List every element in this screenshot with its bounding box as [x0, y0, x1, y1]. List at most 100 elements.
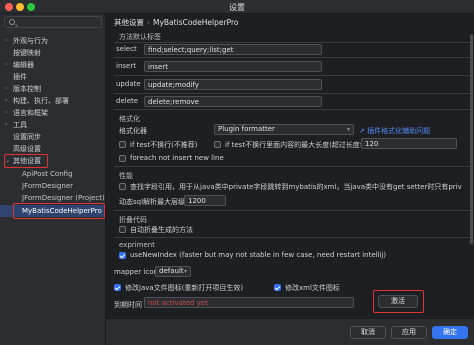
highlight-box — [13, 203, 105, 219]
settings-search-input[interactable] — [4, 16, 102, 28]
formatter-label: 格式化器 — [119, 127, 147, 135]
modify-java-icon-label: 修改java文件图标(重新打开项目生效) — [125, 284, 244, 292]
if-test-nowrap-checkbox[interactable] — [119, 141, 126, 148]
sidebar-item-label: JFormDesigner (Project) — [22, 194, 105, 202]
sidebar-item-appearance[interactable]: › 外观与行为 — [0, 36, 105, 46]
mapper-icon-label: mapper icon — [114, 268, 158, 276]
highlight-box — [4, 154, 48, 168]
sidebar-item-editor[interactable]: › 编辑器 — [0, 60, 105, 70]
divider — [114, 42, 470, 43]
expiry-date-input[interactable]: not activated yet — [144, 297, 354, 308]
divider — [114, 93, 470, 94]
divider — [114, 210, 470, 211]
chevron-down-icon: ▾ — [183, 268, 187, 275]
sidebar-item-jformdesigner[interactable]: JFormDesigner — [0, 181, 105, 191]
find-field-references-checkbox[interactable] — [119, 183, 126, 190]
performance-section-title: 性能 — [119, 172, 133, 180]
sidebar-item-label: 设置同步 — [13, 133, 41, 141]
arrow-icon: ↗ — [359, 127, 368, 135]
divider — [114, 109, 470, 110]
chevron-right-icon: › — [5, 97, 8, 104]
settings-content: 其他设置 › MyBatisCodeHelperPro 方法默认标签 select … — [106, 14, 474, 345]
auto-fold-checkbox[interactable] — [119, 226, 126, 233]
sidebar-item-version-control[interactable]: › 版本控制 — [0, 84, 105, 94]
breadcrumb-current: MyBatisCodeHelperPro — [153, 18, 239, 27]
sidebar-item-settings-sync[interactable]: 设置同步 — [0, 132, 105, 142]
foreach-nowrap-checkbox[interactable] — [119, 155, 126, 162]
settings-sidebar: › 外观与行为 按键映射 › 编辑器 插件 › 版本控制 › 构建、执行、部署 … — [0, 14, 106, 345]
select-label: select — [116, 45, 137, 53]
search-icon — [9, 19, 15, 25]
breadcrumb-separator: › — [147, 18, 150, 27]
sidebar-item-build[interactable]: › 构建、执行、部署 — [0, 96, 105, 106]
chevron-down-icon: ▾ — [346, 126, 350, 133]
formatter-select[interactable]: Plugin formatter ▾ — [214, 124, 354, 135]
sidebar-item-tools[interactable]: › 工具 — [0, 120, 105, 130]
sidebar-item-jformdesigner-project[interactable]: JFormDesigner (Project) — [0, 193, 105, 203]
sidebar-item-plugins[interactable]: 插件 — [0, 72, 105, 82]
update-tags-input[interactable]: update;modify — [144, 79, 322, 90]
divider — [114, 166, 470, 167]
divider — [114, 237, 470, 238]
format-section-title: 格式化 — [119, 115, 140, 123]
formatter-selected-value: Plugin formatter — [218, 125, 275, 133]
scrollbar[interactable] — [470, 34, 473, 244]
if-test-maxlen-checkbox[interactable] — [214, 141, 221, 148]
breadcrumb: 其他设置 › MyBatisCodeHelperPro — [114, 17, 238, 28]
method-tags-section-title: 方法默认标签 — [119, 33, 161, 41]
mapper-icon-select[interactable]: default ▾ — [155, 266, 191, 277]
chevron-right-icon: › — [5, 37, 8, 44]
chevron-right-icon: › — [5, 109, 8, 116]
cancel-button[interactable]: 取消 — [350, 326, 386, 339]
use-new-index-label: useNewIndex (faster but may not stable i… — [130, 251, 387, 259]
sidebar-item-label: JFormDesigner — [22, 182, 74, 190]
use-new-index-checkbox[interactable] — [119, 252, 126, 259]
modify-xml-icon-label: 修改xml文件图标 — [285, 284, 340, 292]
sidebar-item-label: 插件 — [13, 73, 27, 81]
apply-button[interactable]: 应用 — [391, 326, 427, 339]
mapper-icon-selected-value: default — [159, 267, 184, 275]
sidebar-item-keymap[interactable]: 按键映射 — [0, 48, 105, 58]
delete-tags-input[interactable]: delete;remove — [144, 96, 322, 107]
divider — [114, 57, 470, 58]
modify-java-icon-checkbox[interactable] — [114, 284, 121, 291]
fold-section-title: 折叠代码 — [119, 216, 147, 224]
expiry-label: 到期时间 — [114, 301, 142, 309]
sidebar-item-apipost[interactable]: ApiPost Config — [0, 169, 105, 179]
sidebar-item-advanced[interactable]: 高级设置 — [0, 144, 105, 154]
formatter-help-link[interactable]: ↗ 插件格式化辅助问题 — [359, 126, 430, 136]
foreach-nowrap-label: foreach not insert new line — [130, 154, 224, 162]
sidebar-item-label: ApiPost Config — [22, 170, 73, 178]
sidebar-item-label: 高级设置 — [13, 145, 41, 153]
dialog-footer: 取消 应用 确定 — [106, 318, 474, 345]
auto-fold-label: 自动折叠生成的方法 — [130, 226, 193, 234]
chevron-right-icon: › — [5, 121, 8, 128]
if-test-maxlen-input[interactable]: 120 — [361, 138, 457, 149]
if-test-maxlen-label: if test不换行里面内容的最大长度(超过长度会换行) — [225, 141, 384, 149]
highlight-box — [373, 290, 424, 313]
dynamic-sql-depth-label: 动态sql解析最大层级 — [119, 198, 186, 206]
insert-label: insert — [116, 62, 136, 70]
select-tags-input[interactable]: find;select;query;list;get — [144, 44, 322, 55]
modify-xml-icon-checkbox[interactable] — [274, 284, 281, 291]
breadcrumb-parent[interactable]: 其他设置 — [114, 18, 144, 27]
ok-button[interactable]: 确定 — [432, 326, 468, 339]
update-label: update — [116, 80, 141, 88]
sidebar-item-label: 外观与行为 — [13, 37, 48, 45]
experiment-section-title: expriment — [119, 241, 155, 249]
insert-tags-input[interactable]: insert — [144, 61, 322, 72]
sidebar-item-label: 编辑器 — [13, 61, 34, 69]
sidebar-item-label: 按键映射 — [13, 49, 41, 57]
window-title: 设置 — [229, 3, 245, 12]
sidebar-item-label: 版本控制 — [13, 85, 41, 93]
dynamic-sql-depth-input[interactable]: 1200 — [184, 195, 226, 206]
sidebar-item-label: 工具 — [13, 121, 27, 129]
if-test-nowrap-label: if test不换行(不推荐) — [130, 141, 198, 149]
sidebar-item-label: 语言和框架 — [13, 109, 48, 117]
delete-label: delete — [116, 97, 139, 105]
divider — [114, 75, 470, 76]
sidebar-item-label: 构建、执行、部署 — [13, 97, 69, 105]
sidebar-item-languages[interactable]: › 语言和框架 — [0, 108, 105, 118]
chevron-right-icon: › — [5, 61, 8, 68]
title-bar: 设置 — [0, 0, 474, 14]
